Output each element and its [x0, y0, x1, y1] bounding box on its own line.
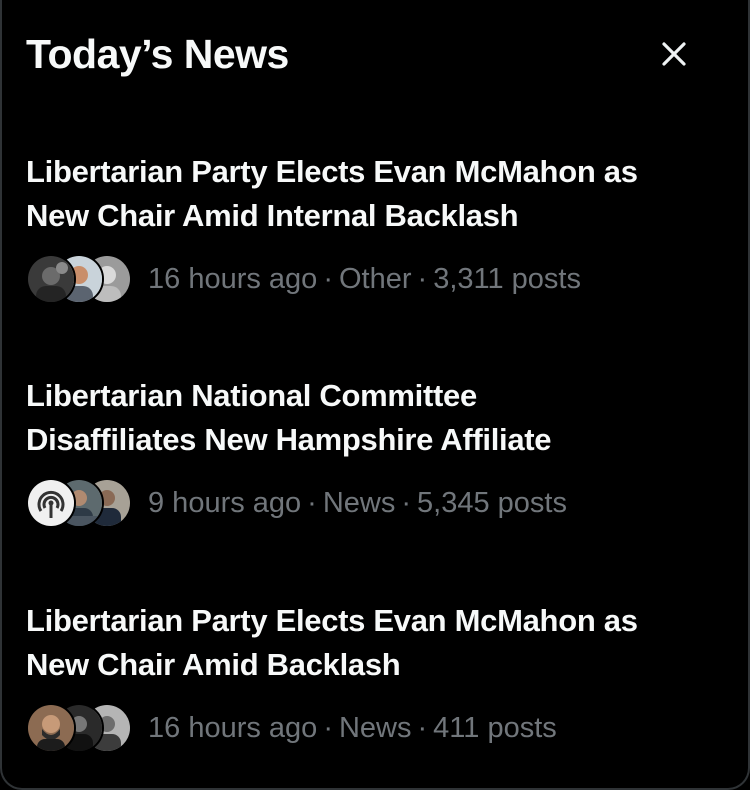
news-story-1[interactable]: Libertarian Party Elects Evan McMahon as… — [26, 150, 724, 304]
avatar-stack — [26, 478, 136, 528]
meta-separator: · — [417, 712, 428, 744]
news-story-2[interactable]: Libertarian National Committee Disaffili… — [26, 374, 724, 528]
story-category: News — [322, 487, 396, 519]
story-title-line: New Chair Amid Internal Backlash — [26, 198, 519, 233]
story-title-line: Disaffiliates New Hampshire Affiliate — [26, 422, 552, 457]
meta-separator: · — [401, 487, 412, 519]
story-title-line: Libertarian Party Elects Evan McMahon as — [26, 154, 638, 189]
avatar — [26, 254, 76, 304]
close-button[interactable] — [654, 34, 694, 74]
meta-separator: · — [307, 487, 317, 519]
story-post-count: 3,311 posts — [433, 263, 581, 295]
story-title: Libertarian National Committee Disaffili… — [26, 374, 724, 462]
story-title-line: New Chair Amid Backlash — [26, 647, 401, 682]
avatar — [26, 703, 76, 753]
todays-news-panel: Today’s News Libertarian Party Elects Ev… — [0, 0, 750, 790]
story-meta: 16 hours ago · Other · 3,311 posts — [26, 254, 724, 304]
story-time: 9 hours ago — [148, 487, 302, 519]
meta-separator: · — [323, 712, 333, 744]
panel-title: Today’s News — [26, 31, 289, 77]
avatar-stack — [26, 703, 136, 753]
story-title: Libertarian Party Elects Evan McMahon as… — [26, 150, 724, 238]
story-meta: 16 hours ago · News · 411 posts — [26, 703, 724, 753]
story-title: Libertarian Party Elects Evan McMahon as… — [26, 599, 724, 687]
story-meta: 9 hours ago · News · 5,345 posts — [26, 478, 724, 528]
story-meta-text: 9 hours ago · News · 5,345 posts — [148, 478, 567, 528]
meta-separator: · — [323, 263, 333, 295]
avatar — [26, 478, 76, 528]
panel-header: Today’s News — [26, 26, 724, 82]
close-icon — [662, 42, 686, 66]
story-title-line: Libertarian National Committee — [26, 378, 477, 413]
story-title-line: Libertarian Party Elects Evan McMahon as — [26, 603, 638, 638]
story-post-count: 5,345 posts — [417, 487, 567, 519]
story-category: News — [338, 712, 412, 744]
story-meta-text: 16 hours ago · Other · 3,311 posts — [148, 254, 581, 304]
story-category: Other — [338, 263, 412, 295]
story-time: 16 hours ago — [148, 263, 318, 295]
avatar-stack — [26, 254, 136, 304]
news-story-3[interactable]: Libertarian Party Elects Evan McMahon as… — [26, 599, 724, 753]
story-meta-text: 16 hours ago · News · 411 posts — [148, 703, 557, 753]
broadcast-logo-icon — [28, 480, 74, 526]
meta-separator: · — [417, 263, 428, 295]
story-post-count: 411 posts — [433, 712, 557, 744]
story-time: 16 hours ago — [148, 712, 318, 744]
